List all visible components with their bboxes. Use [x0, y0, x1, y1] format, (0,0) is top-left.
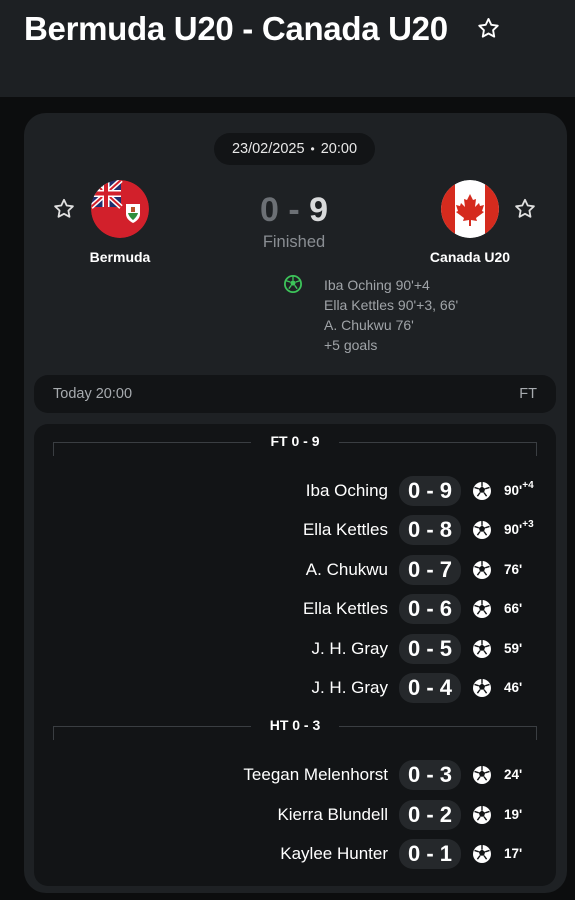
minute: 90': [504, 522, 523, 537]
section-divider-ft: FT 0 - 9: [53, 433, 537, 456]
soccer-ball-icon: [473, 482, 491, 500]
added-time: +4: [522, 480, 534, 491]
goal-event-row[interactable]: Kierra Blundell 0 - 2 19': [34, 799, 556, 831]
goal-event-row[interactable]: J. H. Gray 0 - 4 46': [34, 672, 556, 704]
minute: 66': [504, 601, 523, 616]
minute: 90': [504, 483, 523, 498]
section-label: HT 0 - 3: [269, 717, 321, 733]
canada-flag-icon[interactable]: [441, 180, 499, 238]
match-status: Finished: [262, 233, 326, 251]
page-header: Bermuda U20 - Canada U20: [0, 0, 575, 97]
minute: 17': [504, 846, 523, 861]
soccer-ball-icon: [473, 845, 491, 863]
goal-score: 0 - 3: [399, 760, 461, 790]
match-time-bar: Today 20:00 FT: [34, 375, 556, 413]
scorer-summary-line: A. Chukwu 76': [324, 317, 414, 333]
goal-minute: 19': [504, 807, 522, 822]
goal-score: 0 - 4: [399, 673, 461, 703]
final-score: 0 - 9: [224, 191, 364, 230]
goal-score: 0 - 2: [399, 800, 461, 830]
goal-event-row[interactable]: Iba Oching 0 - 9 90'+4: [34, 475, 556, 507]
goal-event-row[interactable]: Kaylee Hunter 0 - 1 17': [34, 838, 556, 870]
soccer-ball-icon: [284, 275, 302, 293]
section-label: FT 0 - 9: [270, 433, 320, 449]
goal-event-row[interactable]: Ella Kettles 0 - 6 66': [34, 593, 556, 625]
home-score: 0: [259, 191, 279, 229]
favorite-away-star-icon[interactable]: [513, 197, 537, 221]
goal-scorer: J. H. Gray: [311, 678, 388, 697]
scorer-summary-line: Ella Kettles 90'+3, 66': [324, 297, 459, 313]
section-divider-ht: HT 0 - 3: [53, 717, 537, 740]
goal-score: 0 - 8: [399, 515, 461, 545]
goal-scorer: A. Chukwu: [305, 560, 388, 579]
page-title: Bermuda U20 - Canada U20: [24, 10, 448, 47]
match-datetime: 23/02/2025 • 20:00: [214, 133, 375, 165]
goal-minute: 76': [504, 562, 522, 577]
goal-score: 0 - 1: [399, 839, 461, 869]
goal-minute: 90'+3: [504, 519, 534, 537]
soccer-ball-icon: [473, 806, 491, 824]
favorite-home-star-icon[interactable]: [52, 197, 76, 221]
soccer-ball-icon: [473, 679, 491, 697]
goal-minute: 66': [504, 601, 522, 616]
soccer-ball-icon: [473, 640, 491, 658]
goal-score: 0 - 6: [399, 594, 461, 624]
goal-score: 0 - 7: [399, 555, 461, 585]
goal-event-row[interactable]: A. Chukwu 0 - 7 76': [34, 554, 556, 586]
minute: 24': [504, 767, 523, 782]
goal-scorer: Ella Kettles: [302, 599, 388, 618]
goal-scorer: Teegan Melenhorst: [243, 765, 388, 784]
scorer-summary-line: Iba Oching 90'+4: [324, 277, 430, 293]
goal-minute: 17': [504, 846, 522, 861]
soccer-ball-icon: [473, 766, 491, 784]
goal-event-row[interactable]: J. H. Gray 0 - 5 59': [34, 633, 556, 665]
match-events-panel: FT 0 - 9 Iba Oching 0 - 9 90'+4 Ella Ket…: [34, 424, 556, 886]
favorite-star-icon[interactable]: [476, 16, 501, 41]
home-team-name[interactable]: Bermuda: [70, 249, 170, 265]
minute: 76': [504, 562, 523, 577]
match-card: 23/02/2025 • 20:00 Bermuda 0 - 9 Finishe…: [24, 113, 567, 893]
match-time: 20:00: [320, 141, 358, 157]
goal-minute: 59': [504, 641, 522, 656]
separator-dot: •: [310, 142, 315, 156]
score-separator: -: [288, 191, 300, 229]
away-team-name[interactable]: Canada U20: [420, 249, 520, 265]
kickoff-label: Today 20:00: [53, 386, 133, 402]
goal-event-row[interactable]: Teegan Melenhorst 0 - 3 24': [34, 759, 556, 791]
goal-scorer: Kierra Blundell: [277, 805, 388, 824]
minute: 59': [504, 641, 523, 656]
bermuda-flag-icon[interactable]: [91, 180, 149, 238]
goal-score: 0 - 9: [399, 476, 461, 506]
goal-score: 0 - 5: [399, 634, 461, 664]
goal-scorer: Iba Oching: [305, 481, 388, 500]
minute: 19': [504, 807, 523, 822]
goal-minute: 90'+4: [504, 480, 534, 498]
more-goals-link[interactable]: +5 goals: [324, 337, 377, 353]
added-time: +3: [522, 519, 534, 530]
soccer-ball-icon: [473, 561, 491, 579]
match-date: 23/02/2025: [231, 141, 305, 157]
soccer-ball-icon: [473, 600, 491, 618]
minute: 46': [504, 680, 523, 695]
goal-scorer: Ella Kettles: [302, 520, 388, 539]
full-time-label: FT: [519, 386, 537, 402]
goal-event-row[interactable]: Ella Kettles 0 - 8 90'+3: [34, 514, 556, 546]
soccer-ball-icon: [473, 521, 491, 539]
goal-minute: 24': [504, 767, 522, 782]
goal-scorer: Kaylee Hunter: [280, 844, 388, 863]
away-score: 9: [309, 191, 329, 229]
goal-minute: 46': [504, 680, 522, 695]
goal-scorer: J. H. Gray: [311, 639, 388, 658]
